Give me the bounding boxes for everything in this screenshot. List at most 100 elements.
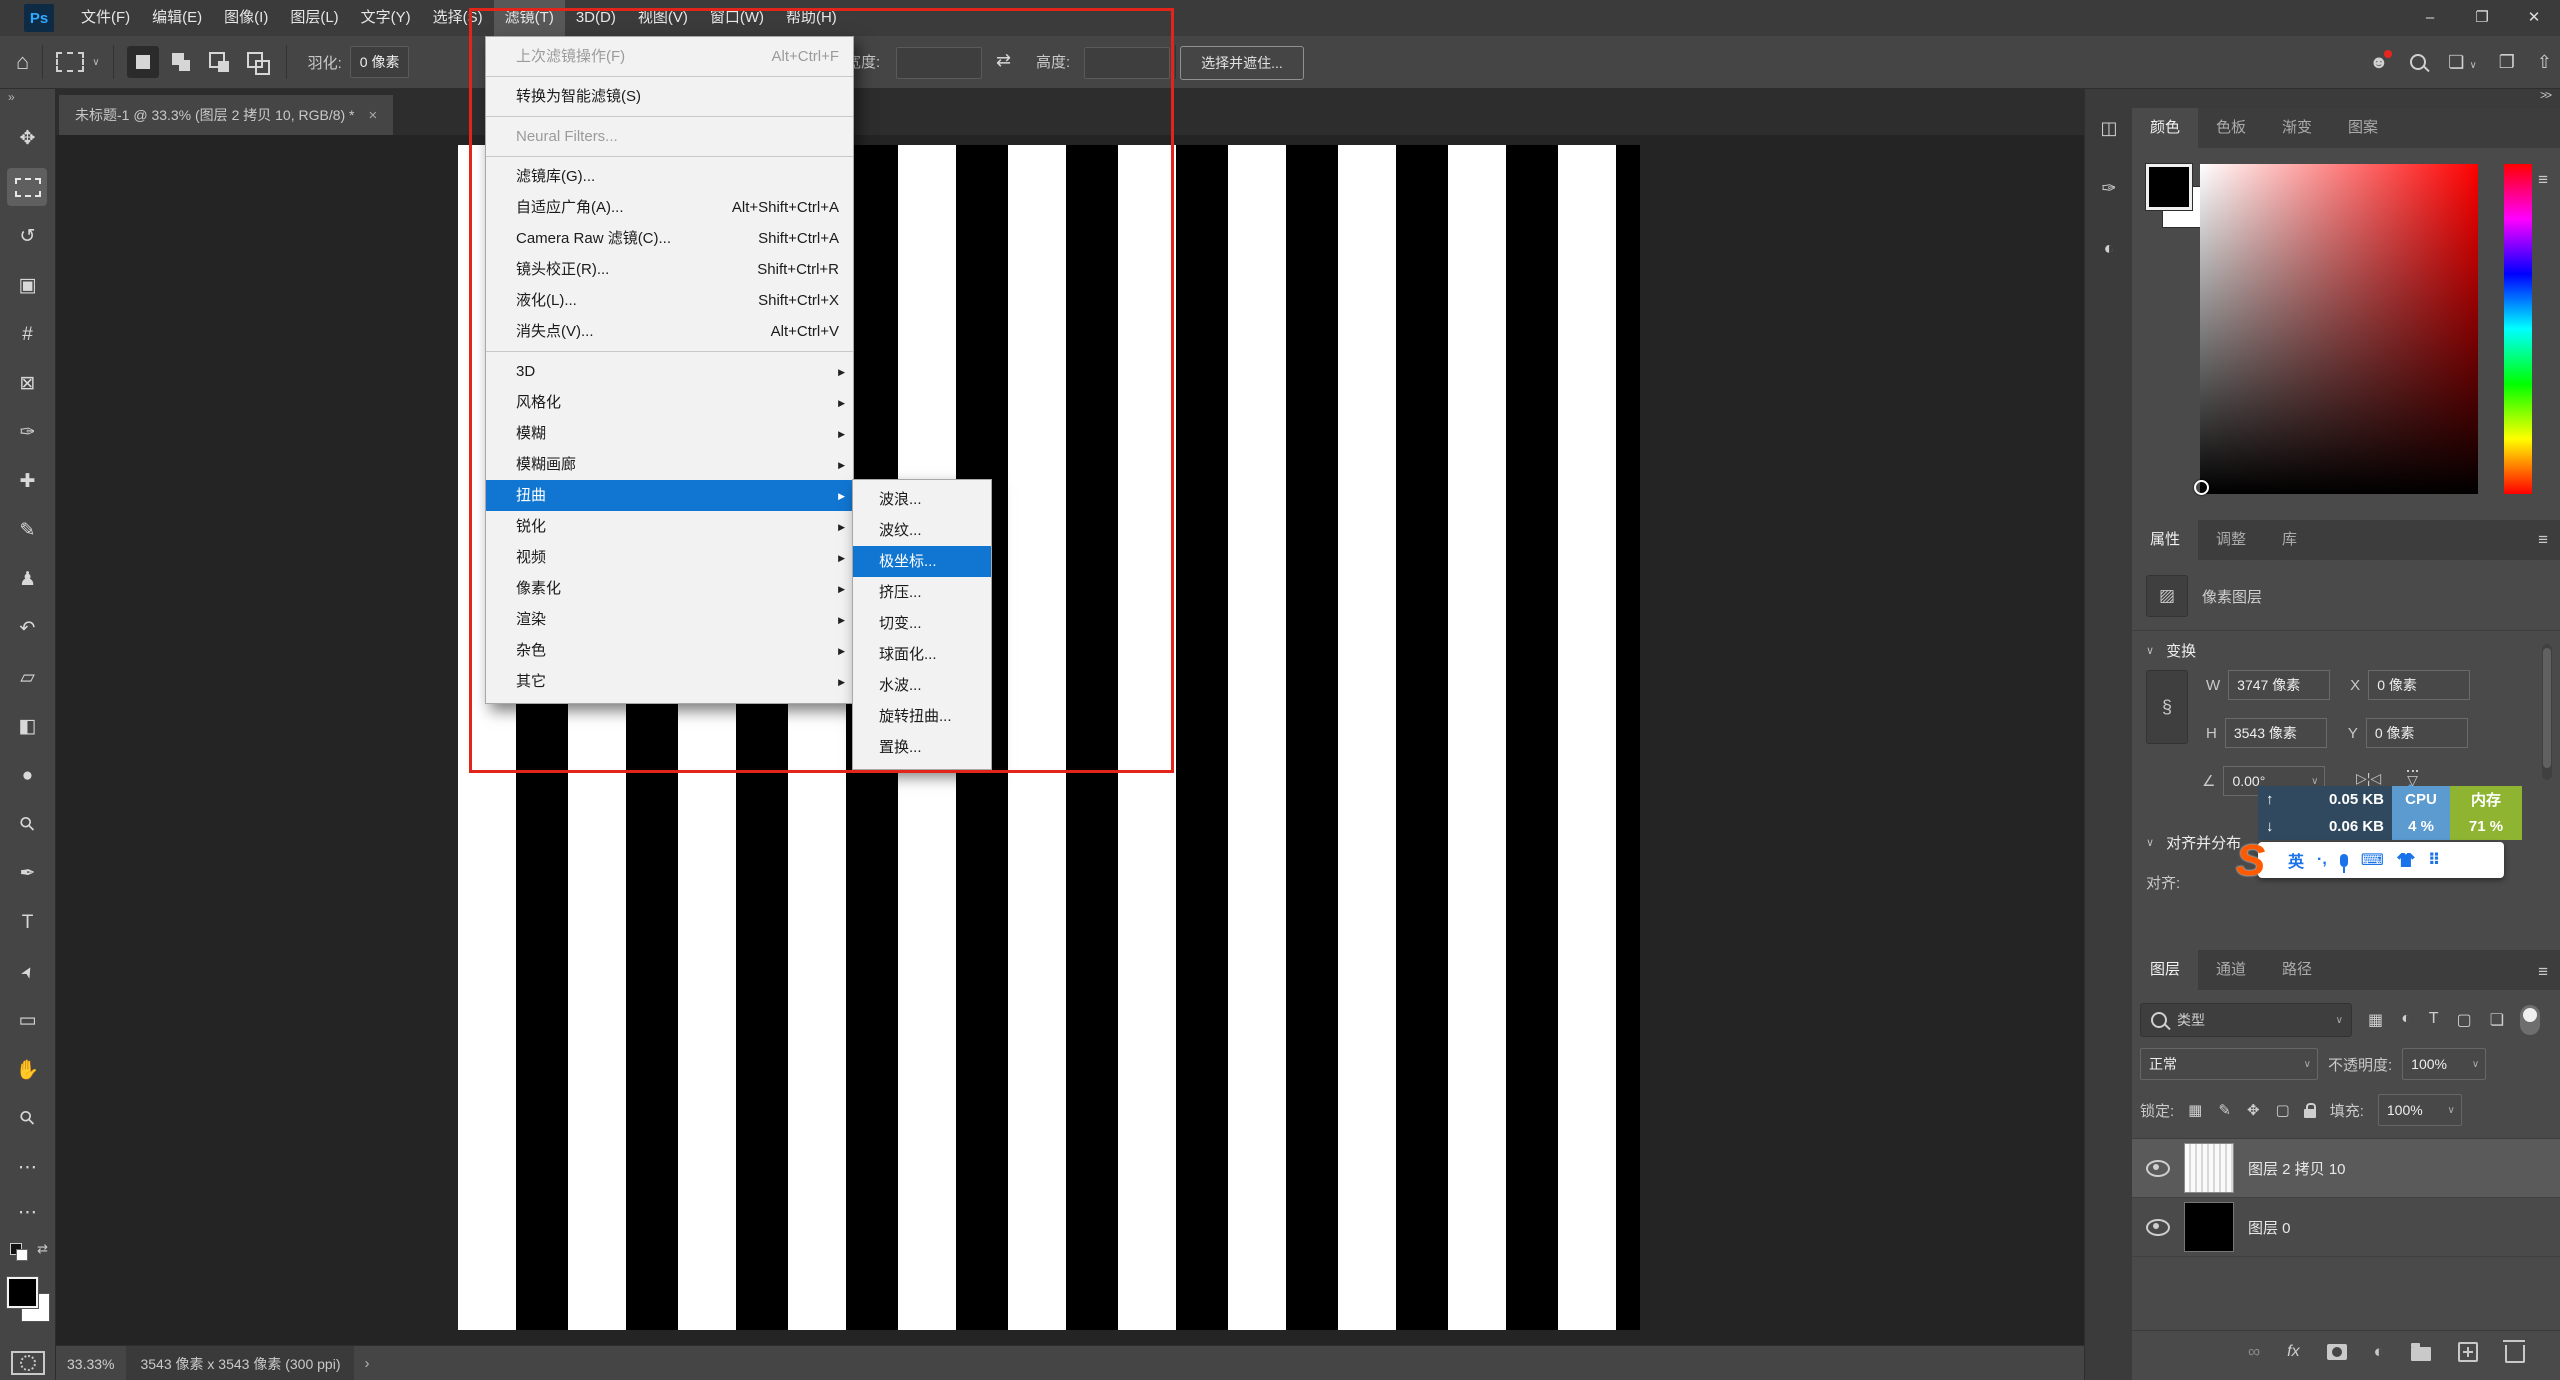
color-picker-ring[interactable]	[2194, 480, 2209, 495]
adjustments-panel-icon[interactable]: ◐	[2085, 228, 2133, 268]
menu-edit[interactable]: 编辑(E)	[141, 0, 213, 36]
crop-tool[interactable]: #	[0, 310, 55, 359]
tab-gradients[interactable]: 渐变	[2264, 108, 2330, 148]
tab-patterns[interactable]: 图案	[2330, 108, 2396, 148]
filter-toggle-icon[interactable]	[2520, 1005, 2540, 1035]
align-section-header[interactable]: ∨ 对齐并分布	[2146, 832, 2241, 853]
share-icon[interactable]: ⇧	[2537, 52, 2552, 73]
delete-layer-icon[interactable]	[2505, 1345, 2525, 1363]
eyedropper-tool[interactable]: ✑	[0, 408, 55, 457]
feather-input[interactable]: 0 像素	[350, 46, 410, 78]
saturation-brightness-field[interactable]	[2200, 164, 2478, 494]
lock-transparency-icon[interactable]: ▦	[2188, 1101, 2202, 1119]
eraser-tool[interactable]: ▱	[0, 653, 55, 702]
frame-tool[interactable]: ⊠	[0, 359, 55, 408]
arrange-documents-icon[interactable]: ❐	[2499, 52, 2515, 73]
x-value-input[interactable]: 0 像素	[2368, 670, 2470, 700]
link-dimensions-icon[interactable]: §	[2146, 670, 2188, 744]
intersect-selection-icon[interactable]	[241, 46, 273, 78]
adjustment-layer-icon[interactable]: ◐	[2374, 1342, 2384, 1362]
tab-layers[interactable]: 图层	[2132, 950, 2198, 990]
lock-position-icon[interactable]: ✥	[2247, 1101, 2260, 1119]
brush-tool[interactable]: ✎	[0, 506, 55, 555]
layer-style-icon[interactable]: fx	[2287, 1343, 2299, 1361]
layer-row[interactable]: 图层 2 拷贝 10	[2132, 1139, 2560, 1198]
panel-menu-icon[interactable]: ≡	[2538, 530, 2548, 550]
pen-tool[interactable]: ✒	[0, 849, 55, 898]
menu-image[interactable]: 图像(I)	[213, 0, 279, 36]
filter-adjustment-icon[interactable]: ◐	[2401, 1010, 2411, 1030]
object-selection-tool[interactable]: ▣	[0, 261, 55, 310]
info-panel-icon[interactable]: ◫	[2085, 108, 2133, 148]
tab-channels[interactable]: 通道	[2198, 950, 2264, 990]
add-mask-icon[interactable]	[2327, 1344, 2347, 1360]
toolbox-grid-icon[interactable]: ⠿	[2428, 850, 2441, 870]
tab-properties[interactable]: 属性	[2132, 520, 2198, 560]
rectangle-tool[interactable]: ▭	[0, 996, 55, 1045]
edit-toolbar-icon[interactable]: ⋯	[0, 1143, 55, 1192]
move-tool[interactable]: ✥	[0, 114, 55, 163]
workspace-icon[interactable]: ❏ ∨	[2448, 52, 2476, 73]
active-tool-preset[interactable]: ∨	[56, 52, 99, 72]
new-selection-icon[interactable]	[127, 46, 159, 78]
lock-pixels-icon[interactable]: ✎	[2218, 1101, 2231, 1119]
home-icon[interactable]: ⌂	[16, 49, 29, 75]
menu-file[interactable]: 文件(F)	[70, 0, 141, 36]
search-icon[interactable]	[2410, 54, 2426, 70]
tab-adjustments[interactable]: 调整	[2198, 520, 2264, 560]
foreground-color-swatch[interactable]	[7, 1277, 38, 1308]
filter-type-icon[interactable]: T	[2429, 1010, 2439, 1030]
tab-swatches[interactable]: 色板	[2198, 108, 2264, 148]
quick-mask-icon[interactable]	[11, 1351, 45, 1375]
lock-all-icon[interactable]	[2304, 1109, 2316, 1118]
gradient-tool[interactable]: ◧	[0, 702, 55, 751]
blend-mode-select[interactable]: 正常∨	[2140, 1048, 2318, 1080]
healing-brush-tool[interactable]: ✚	[0, 457, 55, 506]
ime-punctuation-icon[interactable]: ·,	[2317, 851, 2327, 869]
height-value-input[interactable]: 3543 像素	[2225, 718, 2327, 748]
collapse-panels-icon[interactable]: >>	[2132, 88, 2560, 108]
microphone-icon[interactable]	[2340, 854, 2348, 867]
path-selection-tool[interactable]: ➤	[0, 947, 55, 996]
panel-menu-icon[interactable]: ≡	[2538, 170, 2548, 190]
foreground-color-swatch[interactable]	[2146, 164, 2192, 210]
tab-paths[interactable]: 路径	[2264, 950, 2330, 990]
new-layer-icon[interactable]	[2458, 1342, 2478, 1362]
menu-layer[interactable]: 图层(L)	[279, 0, 349, 36]
history-brush-tool[interactable]: ↶	[0, 604, 55, 653]
link-layers-icon[interactable]: ∞	[2248, 1342, 2260, 1362]
account-icon[interactable]: ☻	[2369, 52, 2388, 73]
layer-visibility-icon[interactable]	[2146, 1219, 2170, 1236]
brush-settings-panel-icon[interactable]: ✑	[2085, 168, 2133, 208]
tab-color[interactable]: 颜色	[2132, 108, 2198, 148]
close-tab-icon[interactable]: ×	[369, 107, 378, 124]
width-value-input[interactable]: 3747 像素	[2228, 670, 2330, 700]
y-value-input[interactable]: 0 像素	[2366, 718, 2468, 748]
document-tab[interactable]: 未标题-1 @ 33.3% (图层 2 拷贝 10, RGB/8) * ×	[59, 95, 393, 135]
zoom-tool[interactable]: ⚲	[0, 1094, 55, 1143]
skin-icon[interactable]	[2397, 853, 2415, 867]
ime-language-mode[interactable]: 英	[2288, 848, 2304, 872]
menu-type[interactable]: 文字(Y)	[350, 0, 422, 36]
lock-artboard-icon[interactable]: ▢	[2276, 1101, 2290, 1119]
layer-filter-input[interactable]: 类型 ∨	[2140, 1003, 2352, 1037]
blur-tool[interactable]: ●	[0, 751, 55, 800]
keyboard-icon[interactable]: ⌨	[2361, 850, 2384, 870]
transform-section-header[interactable]: ∨ 变换	[2146, 640, 2196, 661]
rectangular-marquee-tool[interactable]: ·	[0, 163, 55, 212]
collapse-toolbar-icon[interactable]: »	[8, 90, 13, 104]
filter-shape-icon[interactable]: ▢	[2457, 1010, 2472, 1030]
default-colors-icon[interactable]: ⇄	[0, 1237, 55, 1267]
edit-toolbar-icon[interactable]: ⋯	[0, 1188, 55, 1237]
scrollbar[interactable]	[2542, 644, 2552, 780]
subtract-selection-icon[interactable]	[203, 46, 235, 78]
dodge-tool[interactable]: ⚲	[0, 800, 55, 849]
maximize-icon[interactable]: ❐	[2456, 0, 2508, 36]
filter-image-icon[interactable]: ▦	[2368, 1010, 2383, 1030]
sogou-logo-icon[interactable]: S	[2236, 836, 2265, 886]
add-selection-icon[interactable]	[165, 46, 197, 78]
panel-menu-icon[interactable]: ≡	[2538, 962, 2548, 982]
select-and-mask-button[interactable]: 选择并遮住...	[1180, 46, 1304, 80]
clone-stamp-tool[interactable]: ♟	[0, 555, 55, 604]
lasso-tool[interactable]: ↺	[0, 212, 55, 261]
